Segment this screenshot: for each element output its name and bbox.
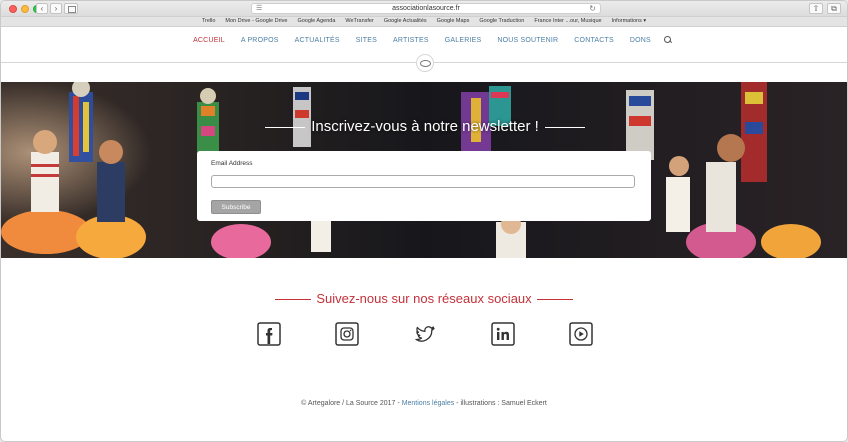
nav-item-artistes[interactable]: ARTISTES <box>385 37 437 44</box>
header-divider <box>1 51 847 81</box>
legal-notice-link[interactable]: Mentions légales <box>402 400 455 407</box>
nav-item-galeries[interactable]: GALERIES <box>437 37 490 44</box>
bookmark-item[interactable]: Google Agenda <box>297 17 335 26</box>
close-window-button[interactable] <box>9 5 17 13</box>
email-label: Email Address <box>211 160 253 167</box>
bookmark-item[interactable]: Google Maps <box>437 17 470 26</box>
nav-item-sites[interactable]: SITES <box>348 37 385 44</box>
search-icon[interactable] <box>663 35 673 45</box>
browser-titlebar: ‹ › ☰ associationlasource.fr ↻ ⇧ ⧉ <box>1 1 847 17</box>
facebook-icon[interactable] <box>257 322 281 346</box>
tabs-overview-button[interactable]: ⧉ <box>827 3 841 14</box>
newsletter-form: Email Address Subscribe <box>197 151 651 221</box>
nav-item-a-propos[interactable]: A PROPOS <box>233 37 287 44</box>
bookmark-item[interactable]: WeTransfer <box>345 17 373 26</box>
reader-icon[interactable]: ☰ <box>256 4 262 14</box>
subscribe-button[interactable]: Subscribe <box>211 200 261 214</box>
nav-item-actualit-s[interactable]: ACTUALITÉS <box>287 37 348 44</box>
newsletter-title: Inscrivez-vous à notre newsletter ! <box>1 118 847 135</box>
site-navigation: ACCUEIL A PROPOS ACTUALITÉS SITES ARTISTES GA… <box>1 27 847 51</box>
footer-credits: - illustrations : Samuel Eckert <box>456 400 547 407</box>
bookmark-item[interactable]: Informations ▾ <box>612 17 647 26</box>
bookmark-item[interactable]: Google Actualités <box>384 17 427 26</box>
share-button[interactable]: ⇧ <box>809 3 823 14</box>
instagram-icon[interactable] <box>335 322 359 346</box>
linkedin-icon[interactable] <box>491 322 515 346</box>
bookmark-item[interactable]: Mon Drive - Google Drive <box>225 17 287 26</box>
history-buttons: ‹ › <box>36 3 62 14</box>
bookmark-item[interactable]: Trello <box>202 17 216 26</box>
sidebar-toggle-button[interactable] <box>64 3 78 14</box>
address-bar[interactable]: ☰ associationlasource.fr ↻ <box>251 3 601 14</box>
footer-copyright: © Artegalore / La Source 2017 - <box>301 400 400 407</box>
browser-window: ‹ › ☰ associationlasource.fr ↻ ⇧ ⧉ Trell… <box>0 0 848 442</box>
social-section-title: Suivez-nous sur nos réseaux sociaux <box>1 291 847 306</box>
nav-item-dons[interactable]: DONS <box>622 37 659 44</box>
social-links <box>257 322 593 346</box>
nav-item-nous-soutenir[interactable]: NOUS SOUTENIR <box>489 37 566 44</box>
nav-item-contacts[interactable]: CONTACTS <box>566 37 622 44</box>
minimize-window-button[interactable] <box>21 5 29 13</box>
toolbar-right: ⇧ ⧉ <box>809 3 841 14</box>
bookmark-item[interactable]: France Inter ...our, Musique <box>534 17 601 26</box>
twitter-icon[interactable] <box>413 322 437 346</box>
nav-item-accueil[interactable]: ACCUEIL <box>185 37 233 44</box>
email-input[interactable] <box>211 175 635 188</box>
reload-icon[interactable]: ↻ <box>589 4 596 14</box>
bookmark-item[interactable]: Google Traduction <box>479 17 524 26</box>
address-text: associationlasource.fr <box>392 5 460 12</box>
newsletter-hero: Inscrivez-vous à notre newsletter ! Emai… <box>1 82 847 258</box>
youtube-icon[interactable] <box>569 322 593 346</box>
bookmarks-bar: Trello Mon Drive - Google Drive Google Age… <box>1 17 847 27</box>
forward-button[interactable]: › <box>50 3 62 14</box>
eye-logo-icon[interactable] <box>416 54 434 72</box>
back-button[interactable]: ‹ <box>36 3 48 14</box>
footer: © Artegalore / La Source 2017 - Mentions… <box>1 400 847 407</box>
